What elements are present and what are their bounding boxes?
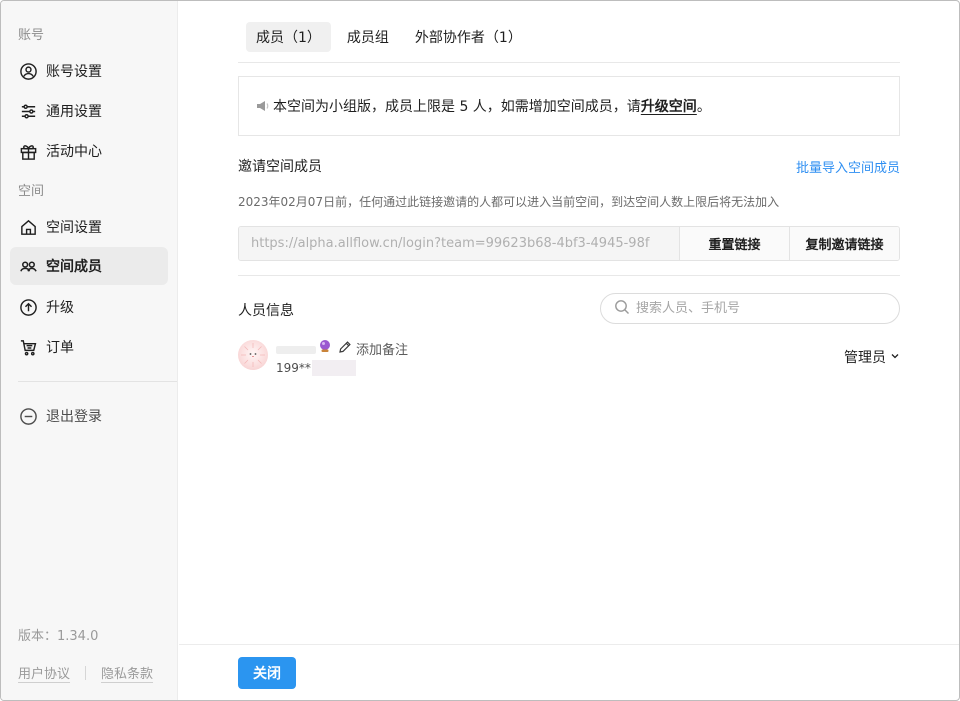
sidebar-section-account: 账号: [18, 28, 45, 43]
sliders-icon: [18, 101, 38, 121]
home-icon: [18, 217, 38, 237]
members-icon: [18, 256, 38, 276]
footer-divider: [179, 644, 959, 645]
sidebar: 账号 账号设置 通用设置 活动中心 空间 空间设置 空间成员 升级 订单 退出登…: [1, 1, 178, 700]
logout-icon: [18, 406, 38, 426]
settings-window: 账号 账号设置 通用设置 活动中心 空间 空间设置 空间成员 升级 订单 退出登…: [0, 0, 960, 701]
logout-label: 退出登录: [46, 409, 102, 425]
close-button[interactable]: 关闭: [238, 657, 296, 689]
sidebar-item-label: 空间成员: [46, 259, 102, 275]
role-dropdown[interactable]: 管理员: [844, 347, 900, 367]
sidebar-item-label: 账号设置: [46, 64, 102, 80]
speaker-icon: [255, 98, 271, 114]
sidebar-item-label: 空间设置: [46, 220, 102, 236]
gift-icon: [18, 141, 38, 161]
search-input[interactable]: [636, 301, 876, 316]
people-title: 人员信息: [238, 303, 294, 319]
member-name-redacted: [276, 346, 316, 354]
footer-links: 用户协议 隐私条款: [18, 663, 153, 682]
invite-title: 邀请空间成员: [238, 159, 322, 175]
tabs-divider: [238, 62, 900, 63]
user-circle-icon: [18, 61, 38, 81]
notice-end: 。: [696, 99, 711, 115]
sidebar-item-general-settings[interactable]: 通用设置: [10, 92, 168, 130]
add-note-label: 添加备注: [356, 343, 409, 358]
member-tabs: 成员（1） 成员组 外部协作者（1）: [246, 22, 532, 52]
invite-description: 2023年02月07日前，任何通过此链接邀请的人都可以进入当前空间，到达空间人数…: [238, 195, 780, 209]
copy-invite-link-button[interactable]: 复制邀请链接: [789, 227, 899, 260]
search-icon: [614, 299, 636, 319]
sidebar-item-label: 升级: [46, 300, 74, 316]
sidebar-item-activity-center[interactable]: 活动中心: [10, 132, 168, 170]
links-separator: [85, 665, 87, 680]
member-search: [600, 293, 900, 324]
section-divider: [238, 275, 900, 276]
notice-text: 本空间为小组版，成员上限是 5 人，如需增加空间成员，请: [273, 99, 641, 115]
plan-notice: 本空间为小组版，成员上限是 5 人，如需增加空间成员，请 升级空间 。: [238, 76, 900, 136]
invite-link-row: 重置链接 复制邀请链接: [238, 226, 900, 261]
sidebar-item-account-settings[interactable]: 账号设置: [10, 52, 168, 90]
tab-members[interactable]: 成员（1）: [246, 22, 331, 52]
tab-member-groups[interactable]: 成员组: [337, 22, 399, 52]
member-phone: 199**: [276, 360, 356, 376]
privacy-policy-link[interactable]: 隐私条款: [101, 663, 153, 682]
upgrade-space-link[interactable]: 升级空间: [641, 96, 697, 116]
sidebar-item-label: 通用设置: [46, 104, 102, 120]
upgrade-icon: [18, 297, 38, 317]
member-phone-text: 199**: [276, 361, 311, 375]
sidebar-item-label: 活动中心: [46, 144, 102, 160]
avatar: [238, 340, 268, 370]
tab-external-collaborators[interactable]: 外部协作者（1）: [405, 22, 532, 52]
reset-link-button[interactable]: 重置链接: [679, 227, 789, 260]
sidebar-item-upgrade[interactable]: 升级: [10, 288, 168, 326]
version-text: 版本：1.34.0: [18, 629, 99, 644]
main-content: 成员（1） 成员组 外部协作者（1） 本空间为小组版，成员上限是 5 人，如需增…: [179, 1, 959, 700]
bulk-import-link[interactable]: 批量导入空间成员: [796, 157, 900, 176]
member-phone-redacted: [311, 360, 356, 376]
sidebar-item-label: 订单: [46, 340, 74, 356]
sidebar-divider: [18, 381, 177, 382]
pencil-icon: [338, 340, 356, 358]
sidebar-section-space: 空间: [18, 184, 45, 199]
sidebar-item-space-settings[interactable]: 空间设置: [10, 208, 168, 246]
add-note-button[interactable]: 添加备注: [338, 339, 408, 358]
role-label: 管理员: [844, 350, 886, 366]
member-row: 添加备注 199** 管理员: [238, 337, 900, 377]
invite-link-input[interactable]: [239, 227, 679, 260]
cart-icon: [18, 337, 38, 357]
sidebar-item-orders[interactable]: 订单: [10, 328, 168, 366]
chevron-down-icon: [886, 349, 900, 365]
user-agreement-link[interactable]: 用户协议: [18, 663, 70, 682]
logout-button[interactable]: 退出登录: [10, 397, 168, 435]
crystal-ball-icon: [318, 339, 332, 353]
sidebar-item-space-members[interactable]: 空间成员: [10, 247, 168, 285]
